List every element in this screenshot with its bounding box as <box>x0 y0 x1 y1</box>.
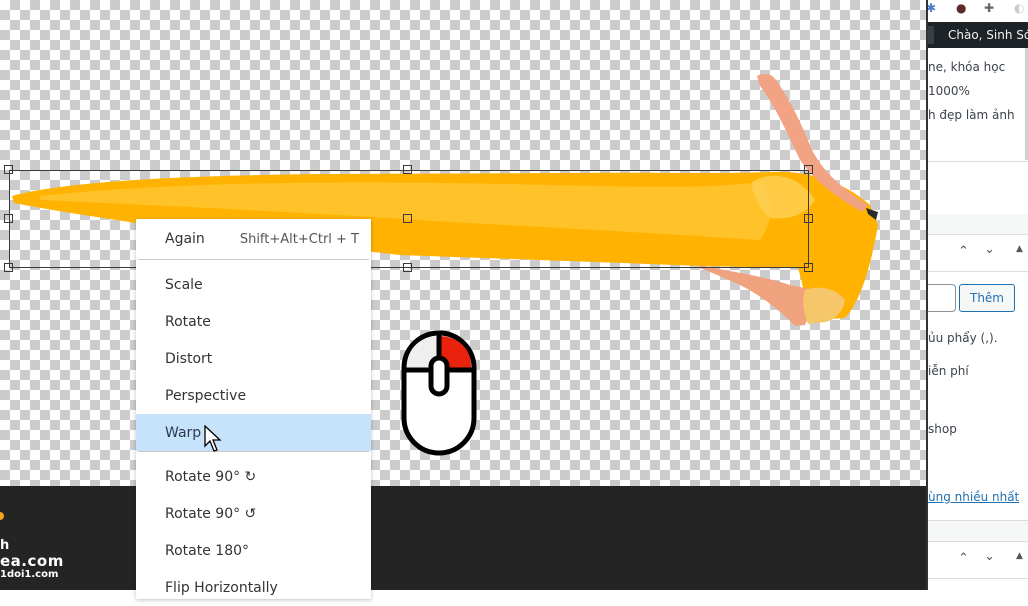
menu-item-label: Rotate 90° ↻ <box>165 468 257 485</box>
menu-item-rotate-90-ccw[interactable]: Rotate 90° ↺ <box>136 495 371 532</box>
watermark-line1: h <box>0 538 10 553</box>
tag-item-text: shop <box>928 422 957 436</box>
menu-item-again[interactable]: Again Shift+Alt+Ctrl + T <box>136 219 371 259</box>
menu-item-scale[interactable]: Scale <box>136 266 371 303</box>
transform-context-menu: Again Shift+Alt+Ctrl + T Scale Rotate Di… <box>136 219 371 599</box>
menu-item-label: Rotate 90° ↺ <box>165 505 257 522</box>
menu-item-label: Distort <box>165 350 213 367</box>
puzzle-icon[interactable]: ✚ <box>984 1 994 15</box>
tags-hint-text: ủu phẩy (,). <box>928 331 998 345</box>
menu-item-label: Flip Horizontally <box>165 579 278 596</box>
watermark-line3: 1doi1.com <box>0 569 59 580</box>
arm-lower <box>700 265 815 326</box>
wordpress-editor-sidebar: ✱ ● ✚ ◐ Chào, Sinh Sói ne, khóa học 1000… <box>926 0 1028 590</box>
tag-input[interactable] <box>928 284 956 312</box>
triangle-up-icon[interactable]: ▲ <box>1016 551 1023 561</box>
box-separator <box>928 521 1028 541</box>
extension-camera-icon[interactable]: ● <box>956 1 966 15</box>
browser-extension-bar: ✱ ● ✚ ◐ <box>928 0 1028 22</box>
handle-top-center[interactable] <box>403 165 412 174</box>
handle-center[interactable] <box>403 214 412 223</box>
handle-top-left[interactable] <box>4 165 13 174</box>
menu-item-label: Warp <box>165 424 202 441</box>
menu-item-label: Perspective <box>165 387 247 404</box>
menu-item-rotate[interactable]: Rotate <box>136 303 371 340</box>
handle-top-right[interactable] <box>804 165 813 174</box>
watermark-line2: ea.com <box>0 552 64 570</box>
wp-admin-bar: Chào, Sinh Sói <box>928 22 1028 48</box>
handle-bottom-center[interactable] <box>403 263 412 272</box>
menu-item-shortcut: Shift+Alt+Ctrl + T <box>239 231 359 247</box>
menu-item-label: Rotate 180° <box>165 542 250 559</box>
transform-bounding-box[interactable] <box>4 165 813 272</box>
chevron-up-icon[interactable]: ⌃ <box>958 551 969 566</box>
add-tag-button[interactable]: Thêm <box>959 284 1015 312</box>
menu-item-label: Scale <box>165 276 203 293</box>
snippet-text-3: h đẹp làm ảnh <box>928 108 1015 122</box>
admin-greeting[interactable]: Chào, Sinh Sói <box>948 28 1028 42</box>
triangle-up-icon[interactable]: ▲ <box>1016 244 1023 254</box>
chevron-down-icon[interactable]: ⌄ <box>984 242 995 257</box>
menu-item-label: Rotate <box>165 313 211 330</box>
menu-item-perspective[interactable]: Perspective <box>136 377 371 414</box>
menu-item-flip-horizontally[interactable]: Flip Horizontally <box>136 569 371 606</box>
profile-icon[interactable]: ◐ <box>1014 1 1024 15</box>
menu-item-warp[interactable]: Warp <box>136 414 371 451</box>
menu-item-label: Again <box>165 231 205 247</box>
handle-bottom-left[interactable] <box>4 263 13 272</box>
menu-item-rotate-180[interactable]: Rotate 180° <box>136 532 371 569</box>
chevron-down-icon[interactable]: ⌄ <box>984 549 995 564</box>
box-separator <box>928 214 1028 234</box>
snippet-text-2: 1000% <box>928 84 970 98</box>
handle-middle-right[interactable] <box>804 214 813 223</box>
most-used-tags-link[interactable]: ùng nhiều nhất <box>928 490 1019 504</box>
menu-item-rotate-90-cw[interactable]: Rotate 90° ↻ <box>136 458 371 495</box>
tag-item-text: iễn phí <box>928 364 969 378</box>
snippet-text-1: ne, khóa học <box>928 60 1006 74</box>
menu-item-distort[interactable]: Distort <box>136 340 371 377</box>
handle-middle-left[interactable] <box>4 214 13 223</box>
extension-icon[interactable]: ✱ <box>928 1 936 15</box>
mouse-right-click-icon <box>401 330 477 456</box>
chevron-up-icon[interactable]: ⌃ <box>958 244 969 259</box>
handle-bottom-right[interactable] <box>804 263 813 272</box>
